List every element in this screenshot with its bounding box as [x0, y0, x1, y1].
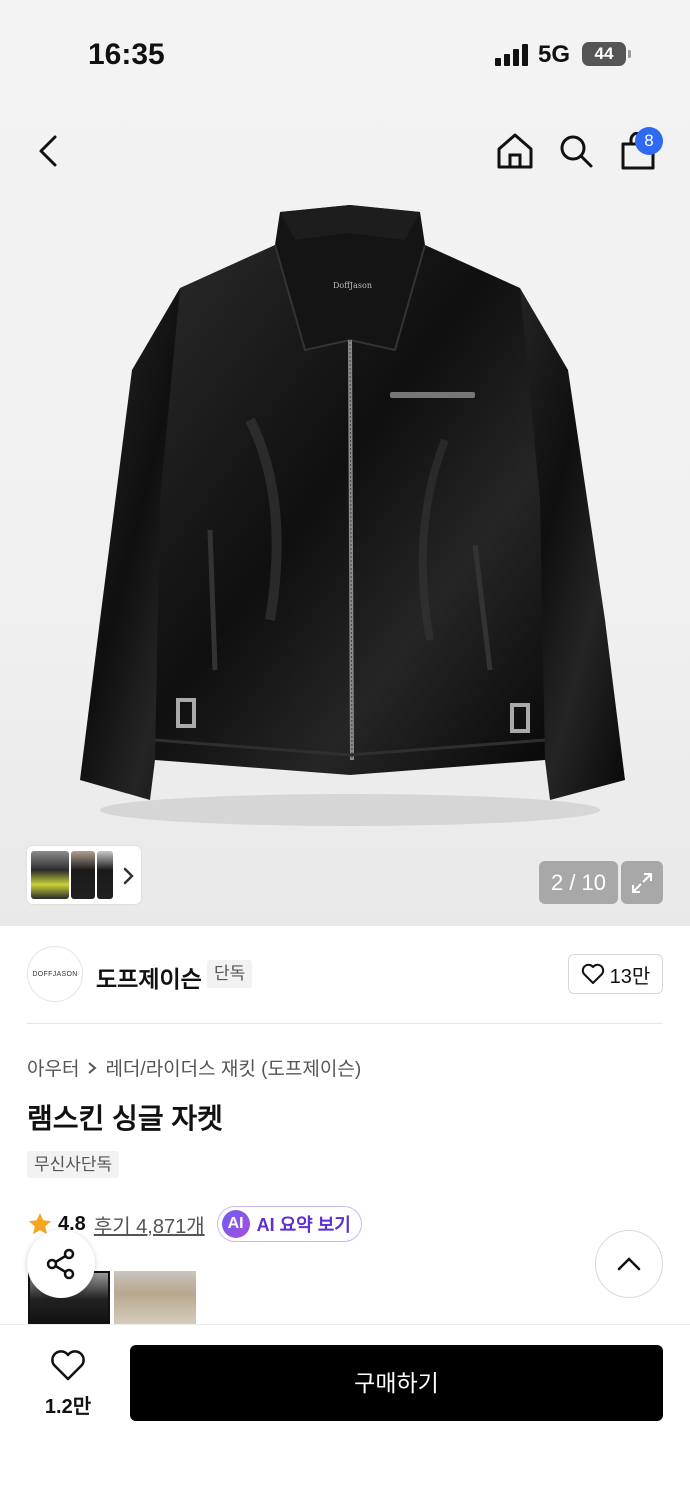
- svg-text:DoffJason: DoffJason: [333, 281, 372, 290]
- chevron-up-icon: [617, 1257, 641, 1271]
- thumbnail-image[interactable]: [31, 851, 69, 899]
- product-image[interactable]: DoffJason: [50, 200, 650, 840]
- signal-icon: [495, 44, 529, 66]
- brand-like-button[interactable]: 13만: [568, 954, 663, 994]
- back-icon: [39, 135, 57, 167]
- chevron-right-icon[interactable]: [120, 862, 138, 890]
- home-button[interactable]: [491, 127, 539, 175]
- product-title: 램스킨 싱글 자켓: [27, 1103, 223, 1134]
- share-button[interactable]: [27, 1230, 95, 1298]
- breadcrumb-subcategory[interactable]: 레더/라이더스 재킷 (도프제이슨): [105, 1054, 361, 1081]
- breadcrumb: 아우터 레더/라이더스 재킷 (도프제이슨): [27, 1054, 361, 1081]
- search-button[interactable]: [552, 127, 600, 175]
- brand-exclusive-tag: 단독: [207, 960, 253, 988]
- scroll-top-button[interactable]: [595, 1230, 663, 1298]
- battery-icon: 44: [582, 42, 631, 66]
- brand-like-count: 13만: [609, 965, 651, 988]
- network-label: 5G: [538, 41, 571, 68]
- expand-icon: [632, 872, 652, 893]
- style-thumbnail[interactable]: [114, 1271, 196, 1327]
- back-button[interactable]: [24, 127, 72, 175]
- product-gallery: 16:35 5G 44 8 DoffJason 2 / 10: [0, 0, 690, 926]
- exclusive-tag: 무신사단독: [27, 1151, 120, 1178]
- review-link[interactable]: 후기 4,871개: [94, 1210, 205, 1239]
- cart-count-badge: 8: [635, 127, 663, 155]
- home-icon: [497, 133, 533, 169]
- brand-name[interactable]: 도프제이슨: [96, 960, 202, 994]
- share-icon: [46, 1248, 75, 1280]
- thumbnail-image[interactable]: [97, 851, 113, 899]
- heart-icon: [581, 963, 604, 984]
- expand-button[interactable]: [621, 861, 663, 904]
- gallery-counter: 2 / 10: [539, 861, 618, 904]
- heart-icon: [51, 1350, 85, 1381]
- thumbnail-image[interactable]: [71, 851, 95, 899]
- brand-logo[interactable]: DOFFJASON: [27, 946, 83, 1002]
- divider: [27, 1023, 663, 1024]
- chevron-right-icon: [88, 1061, 98, 1074]
- search-icon: [560, 135, 593, 168]
- status-bar: 16:35 5G 44: [0, 0, 690, 110]
- status-time: 16:35: [88, 38, 165, 71]
- wishlist-count: 1.2만: [44, 1396, 92, 1418]
- ai-summary-label: AI 요약 보기: [256, 1215, 351, 1235]
- buy-button[interactable]: 구매하기: [130, 1345, 663, 1421]
- ai-badge: AI: [221, 1210, 250, 1238]
- breadcrumb-category[interactable]: 아우터: [27, 1054, 79, 1081]
- ai-summary-button[interactable]: AI AI 요약 보기: [216, 1206, 362, 1242]
